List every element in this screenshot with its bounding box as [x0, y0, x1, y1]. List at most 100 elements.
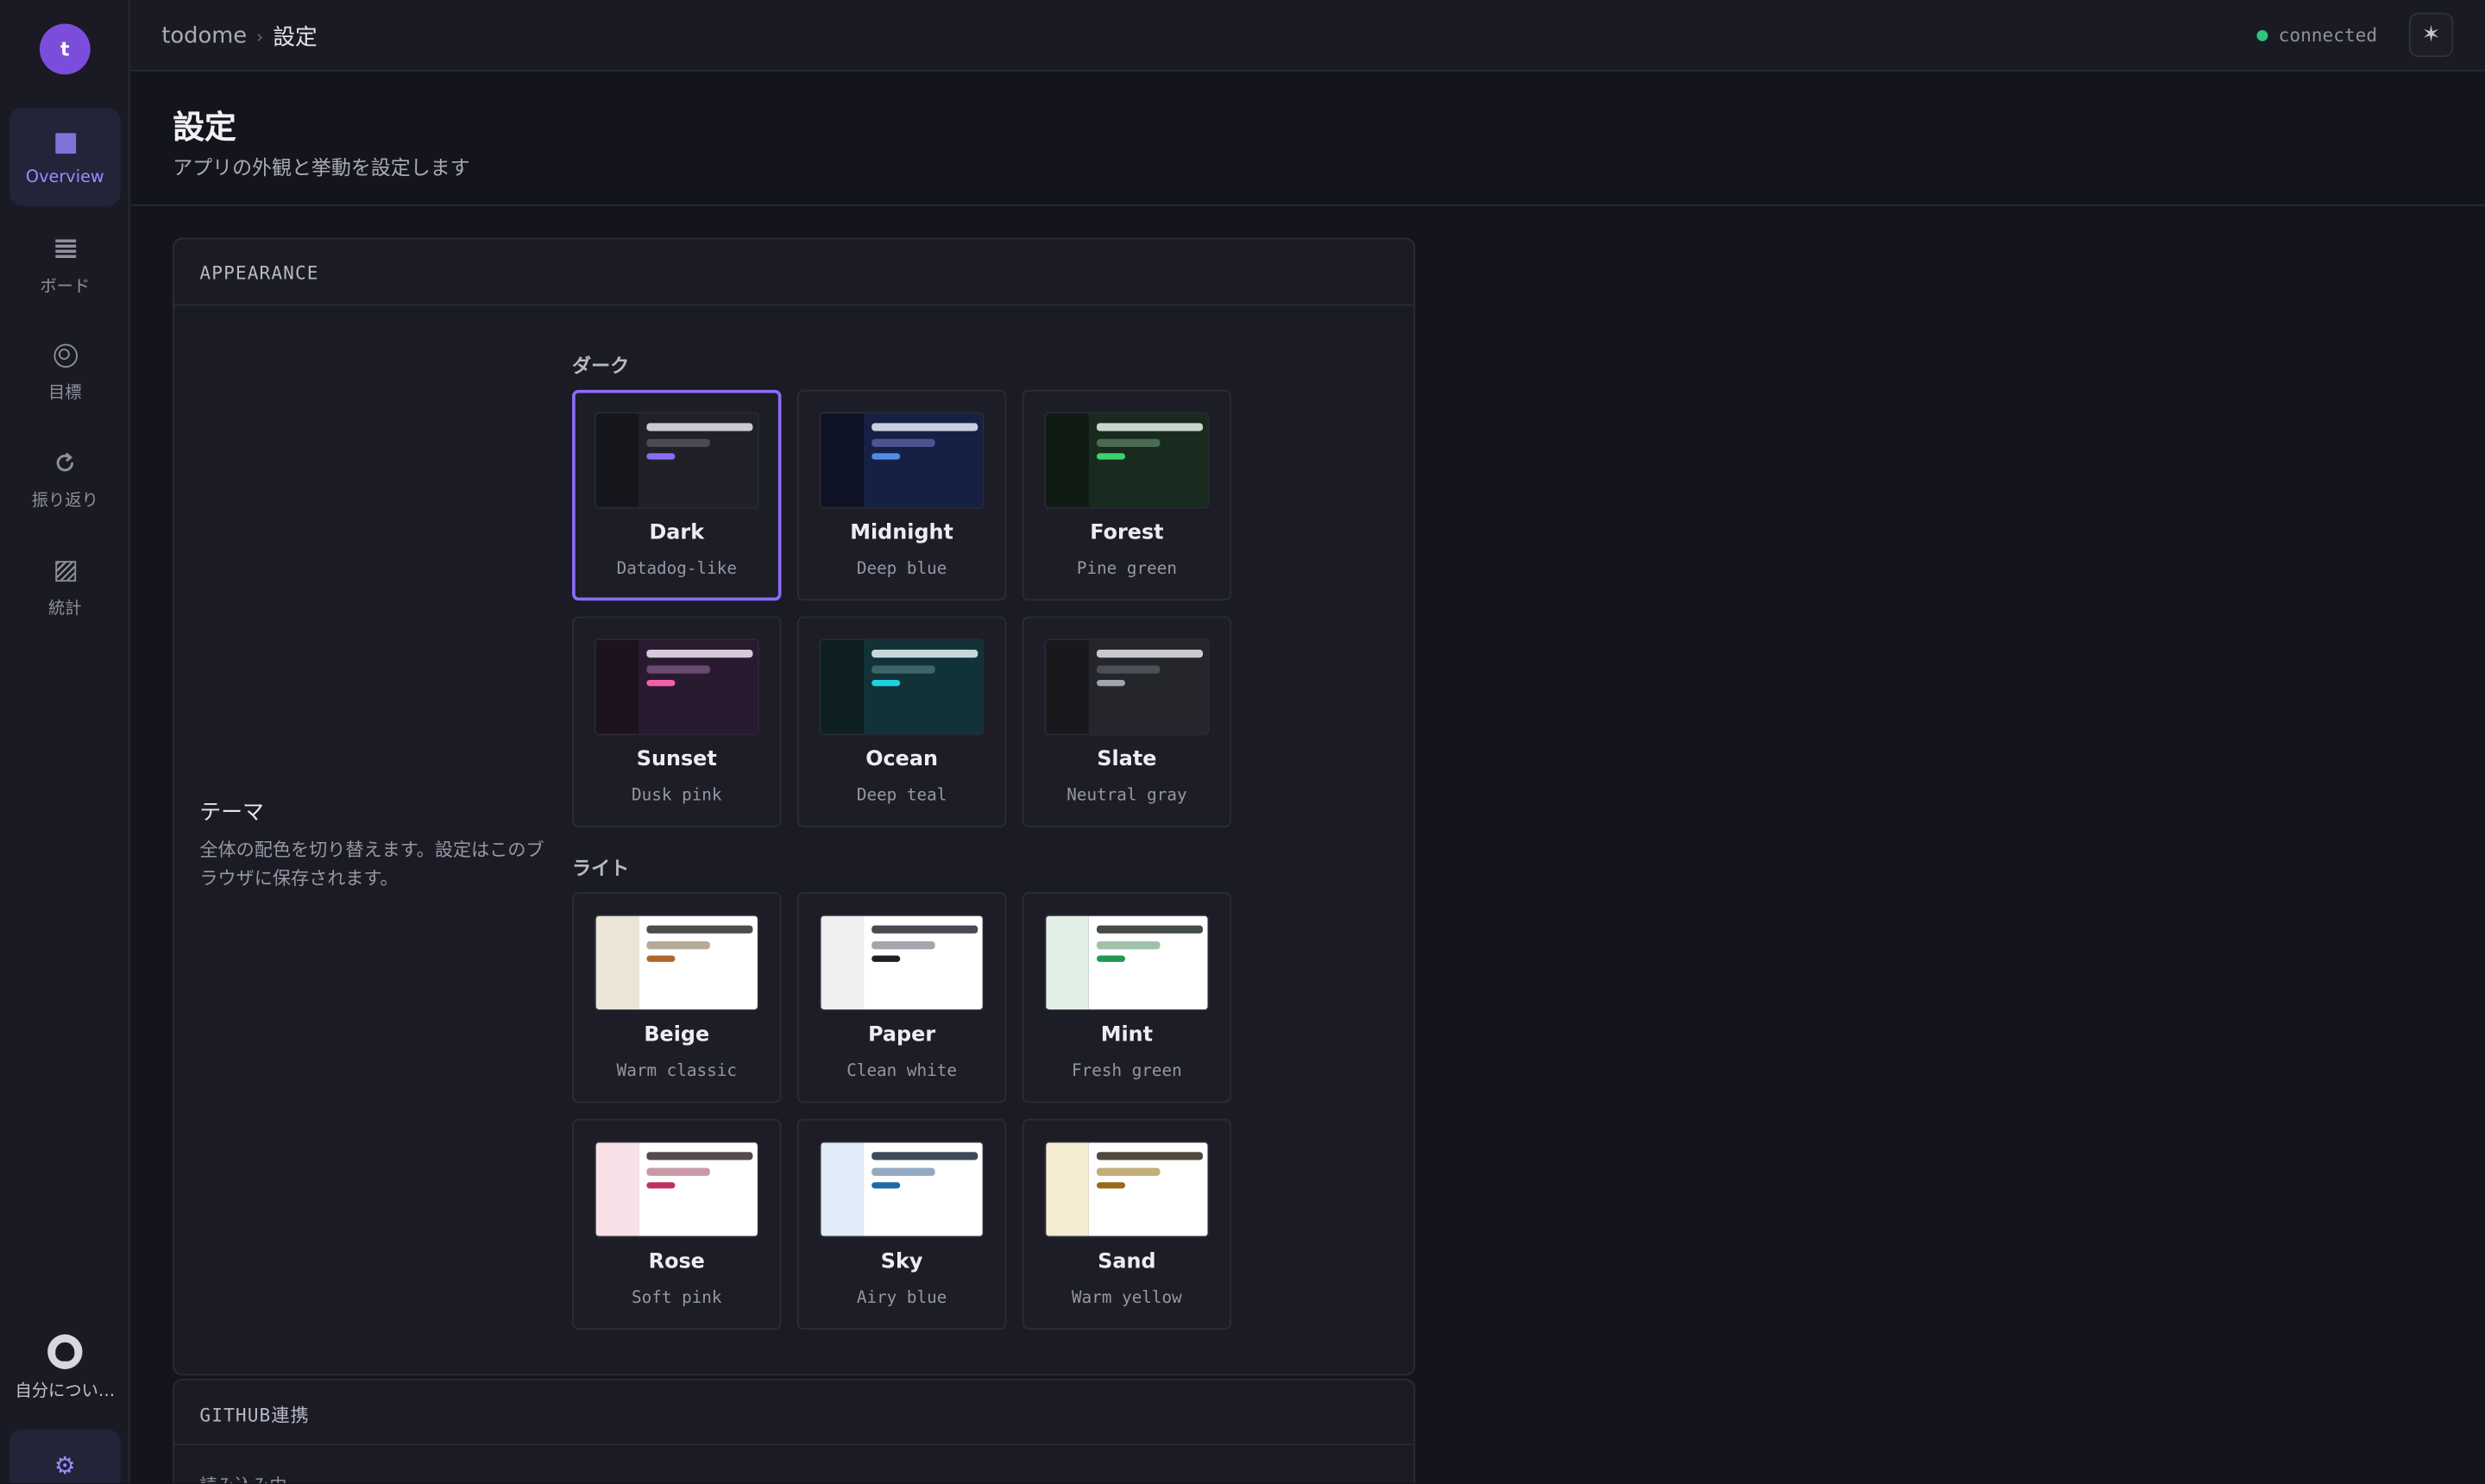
preview-sidebar — [821, 640, 865, 734]
page-title: 設定 — [173, 107, 236, 146]
sidebar: t Overview ボード 目標 振り返り 統計 自分につい… ⚙ — [0, 0, 130, 1484]
theme-option-slate[interactable]: Slate Neutral gray — [1022, 616, 1232, 827]
board-icon — [51, 235, 79, 263]
theme-option-mint[interactable]: Mint Fresh green — [1022, 892, 1232, 1104]
dark-group-title: ダーク — [572, 355, 630, 378]
preview-bar — [1097, 665, 1161, 674]
preview-accent-bar — [1097, 955, 1126, 962]
theme-option-midnight[interactable]: Midnight Deep blue — [796, 389, 1007, 601]
breadcrumb: todome › 設定 — [161, 21, 317, 53]
theme-option-sand[interactable]: Sand Warm yellow — [1022, 1118, 1232, 1330]
preview-bar — [1097, 423, 1204, 431]
target-icon — [51, 341, 79, 369]
loading-text: 読み込み中... — [199, 1472, 303, 1483]
sidebar-item-stats[interactable]: 統計 — [9, 536, 121, 634]
sidebar-item-overview[interactable]: Overview — [9, 107, 121, 206]
theme-desc: Neutral gray — [1066, 786, 1187, 806]
preview-bar — [871, 438, 935, 447]
theme-preview — [594, 914, 759, 1011]
sidebar-item-label: 自分につい… — [15, 1381, 116, 1401]
preview-bar — [1097, 1167, 1161, 1176]
preview-bar — [871, 1167, 935, 1176]
theme-option-forest[interactable]: Forest Pine green — [1022, 389, 1232, 601]
theme-setting-label: テーマ 全体の配色を切り替えます。設定はこのブラウザに保存されます。 — [199, 794, 548, 892]
preview-sidebar — [595, 413, 639, 507]
light-group-title: ライト — [572, 857, 630, 880]
sidebar-item-settings[interactable]: ⚙ — [9, 1429, 121, 1484]
preview-accent-bar — [646, 453, 676, 460]
preview-sidebar — [1046, 413, 1089, 507]
preview-sidebar — [595, 640, 639, 734]
theme-desc: Warm classic — [616, 1061, 737, 1081]
preview-bar — [1097, 941, 1161, 950]
sparkle-icon: ✶ — [2421, 22, 2441, 48]
app-root: t Overview ボード 目標 振り返り 統計 自分につい… ⚙ todom… — [0, 0, 2485, 1484]
preview-sidebar — [821, 915, 865, 1010]
setting-title: テーマ — [199, 800, 264, 826]
theme-name: Forest — [1090, 521, 1164, 545]
theme-name: Beige — [644, 1023, 710, 1048]
preview-bar — [646, 650, 753, 658]
preview-accent-bar — [871, 955, 901, 962]
theme-preview — [1044, 1141, 1210, 1238]
preview-bar — [646, 1152, 753, 1160]
preview-bar — [1097, 438, 1161, 447]
theme-desc: Airy blue — [856, 1288, 947, 1308]
github-section: GITHUB連携 読み込み中... — [173, 1378, 1416, 1484]
connection-status: connected — [2255, 23, 2378, 47]
preview-accent-bar — [646, 1182, 676, 1189]
theme-option-sky[interactable]: Sky Airy blue — [796, 1118, 1007, 1330]
sidebar-item-label: 振り返り — [31, 491, 98, 511]
theme-desc: Clean white — [846, 1061, 957, 1081]
status-text: connected — [2278, 23, 2378, 47]
sidebar-item-retro[interactable]: 振り返り — [9, 428, 121, 526]
preview-bar — [646, 438, 710, 447]
theme-option-rose[interactable]: Rose Soft pink — [572, 1118, 782, 1330]
theme-option-ocean[interactable]: Ocean Deep teal — [796, 616, 1007, 827]
sidebar-item-label: 目標 — [48, 383, 82, 403]
sidebar-item-label: Overview — [25, 167, 104, 187]
preview-accent-bar — [871, 453, 901, 460]
theme-desc: Fresh green — [1072, 1061, 1182, 1081]
breadcrumb-current: 設定 — [273, 25, 318, 51]
theme-desc: Datadog-like — [616, 559, 737, 579]
preview-sidebar — [595, 915, 639, 1010]
theme-toggle-button[interactable]: ✶ — [2408, 12, 2454, 58]
breadcrumb-app[interactable]: todome — [161, 24, 247, 49]
sidebar-item-goals[interactable]: 目標 — [9, 320, 121, 418]
preview-accent-bar — [1097, 453, 1126, 460]
section-header: APPEARANCE — [174, 239, 1414, 306]
theme-option-sunset[interactable]: Sunset Dusk pink — [572, 616, 782, 827]
theme-option-beige[interactable]: Beige Warm classic — [572, 892, 782, 1104]
preview-accent-bar — [871, 679, 901, 687]
preview-bar — [646, 423, 753, 431]
preview-bar — [646, 925, 753, 934]
theme-preview — [819, 1141, 985, 1238]
sidebar-item-about[interactable]: 自分につい… — [9, 1334, 121, 1418]
github-icon — [47, 1334, 83, 1369]
theme-option-paper[interactable]: Paper Clean white — [796, 892, 1007, 1104]
preview-bar — [871, 665, 935, 674]
theme-preview — [1044, 638, 1210, 736]
theme-option-dark[interactable]: Dark Datadog-like — [572, 389, 782, 601]
avatar[interactable]: t — [39, 23, 91, 75]
topbar: todome › 設定 connected ✶ — [129, 0, 2485, 72]
preview-bar — [646, 665, 710, 674]
theme-name: Mint — [1100, 1023, 1154, 1048]
sidebar-item-board[interactable]: ボード — [9, 214, 121, 312]
gear-icon: ⚙ — [53, 1451, 76, 1481]
theme-desc: Deep teal — [856, 786, 947, 806]
theme-preview — [1044, 914, 1210, 1011]
theme-name: Sky — [880, 1250, 923, 1274]
theme-name: Slate — [1097, 747, 1157, 772]
preview-sidebar — [821, 1142, 865, 1236]
status-dot-icon — [2255, 28, 2268, 41]
theme-preview — [819, 412, 985, 509]
preview-accent-bar — [871, 1182, 901, 1189]
theme-name: Paper — [868, 1023, 936, 1048]
theme-preview — [594, 412, 759, 509]
preview-sidebar — [595, 1142, 639, 1236]
preview-bar — [871, 925, 978, 934]
preview-accent-bar — [1097, 1182, 1126, 1189]
theme-preview — [819, 914, 985, 1011]
